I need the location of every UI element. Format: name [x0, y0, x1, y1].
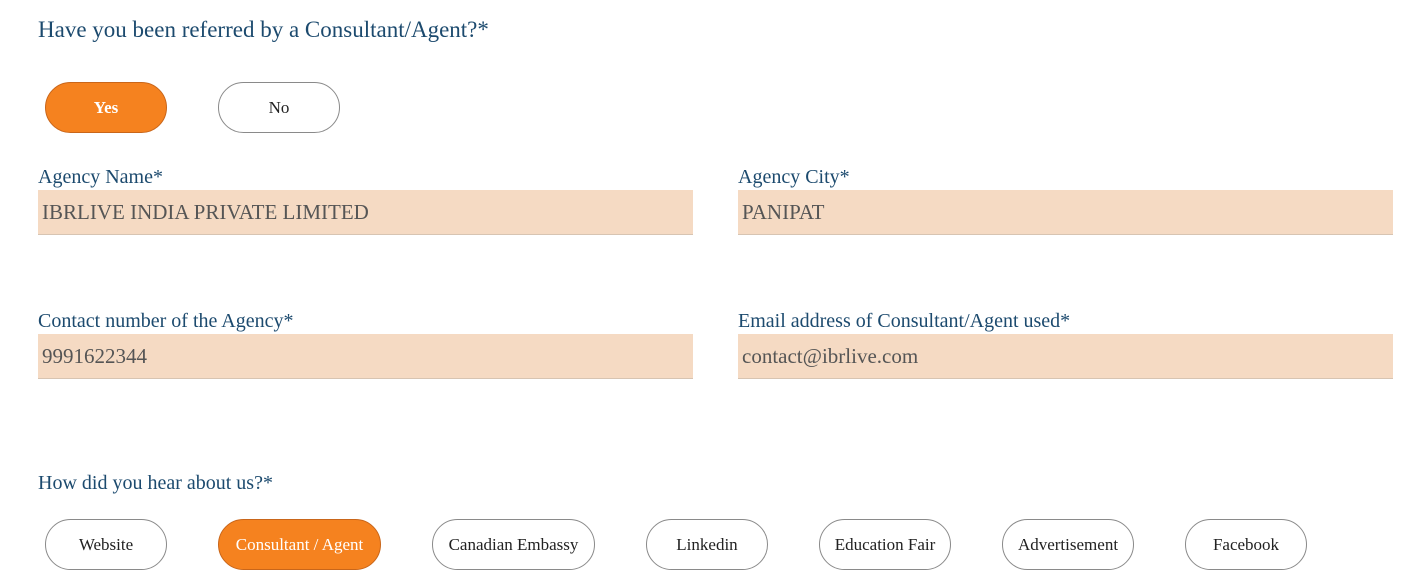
referral-question: Have you been referred by a Consultant/A…: [38, 17, 489, 42]
contact-number-label: Contact number of the Agency*: [38, 310, 294, 332]
agency-city-label: Agency City*: [738, 166, 850, 188]
hear-option-advertisement[interactable]: Advertisement: [1002, 519, 1134, 570]
agency-city-field[interactable]: PANIPAT: [738, 190, 1393, 235]
hear-option-linkedin[interactable]: Linkedin: [646, 519, 768, 570]
referral-option-yes[interactable]: Yes: [45, 82, 167, 133]
hear-option-canadian-embassy[interactable]: Canadian Embassy: [432, 519, 595, 570]
hear-option-facebook[interactable]: Facebook: [1185, 519, 1307, 570]
contact-number-field[interactable]: 9991622344: [38, 334, 693, 379]
hear-about-question: How did you hear about us?*: [38, 472, 273, 494]
hear-option-website[interactable]: Website: [45, 519, 167, 570]
agency-name-label: Agency Name*: [38, 166, 163, 188]
hear-option-consultant-agent[interactable]: Consultant / Agent: [218, 519, 381, 570]
referral-option-no[interactable]: No: [218, 82, 340, 133]
hear-option-education-fair[interactable]: Education Fair: [819, 519, 951, 570]
agency-name-field[interactable]: IBRLIVE INDIA PRIVATE LIMITED: [38, 190, 693, 235]
email-field[interactable]: contact@ibrlive.com: [738, 334, 1393, 379]
email-label: Email address of Consultant/Agent used*: [738, 310, 1071, 332]
